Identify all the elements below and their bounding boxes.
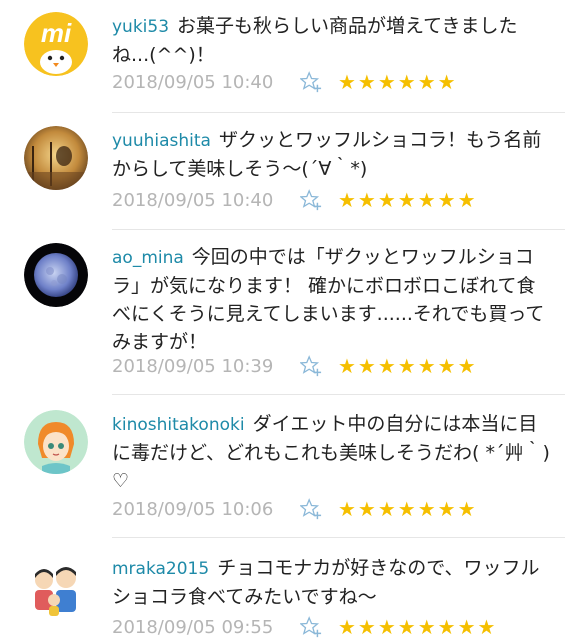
star-plus-outline-icon[interactable] bbox=[300, 498, 322, 520]
timestamp: 2018/09/05 10:40 bbox=[112, 189, 274, 211]
comment-text-block: yuki53 お菓子も秋らしい商品が増えてきましたね...(^^)！ bbox=[112, 12, 552, 69]
comment-text-block: kinoshitakonoki ダイエット中の自分には本当に目に毒だけど、どれもこ… bbox=[112, 410, 552, 495]
full-moon-avatar bbox=[24, 243, 88, 307]
comment-meta: 2018/09/05 09:55 ★★★★★★★★ bbox=[112, 614, 497, 640]
illustrated-girl-avatar bbox=[24, 410, 88, 474]
divider bbox=[112, 537, 565, 538]
divider bbox=[112, 112, 565, 113]
yellow-chick-logo-avatar: mi bbox=[24, 12, 88, 76]
timestamp: 2018/09/05 10:40 bbox=[112, 71, 274, 93]
comment-meta: 2018/09/05 10:40 ★★★★★★ bbox=[112, 69, 458, 95]
username[interactable]: yuuhiashita bbox=[112, 131, 211, 151]
avatar[interactable] bbox=[24, 243, 88, 307]
svg-text:mi: mi bbox=[41, 18, 72, 48]
rating-stars: ★★★★★★ bbox=[338, 70, 458, 94]
username[interactable]: yuki53 bbox=[112, 17, 169, 37]
timestamp: 2018/09/05 10:39 bbox=[112, 355, 274, 377]
comment-text-block: yuuhiashita ザクッとワッフルショコラ！もう名前からして美味しそう〜(´… bbox=[112, 126, 552, 183]
username[interactable]: mraka2015 bbox=[112, 559, 209, 579]
star-plus-outline-icon[interactable] bbox=[300, 355, 322, 377]
comment-text-block: ao_mina 今回の中では「ザクッとワッフルショコラ」が気になります！ 確かにボ… bbox=[112, 243, 552, 356]
rating-stars: ★★★★★★★★ bbox=[338, 615, 498, 639]
comment-text: お菓子も秋らしい商品が増えてきましたね...(^^)！ bbox=[112, 15, 518, 66]
rating-stars: ★★★★★★★ bbox=[338, 188, 478, 212]
username[interactable]: ao_mina bbox=[112, 248, 184, 268]
timestamp: 2018/09/05 10:06 bbox=[112, 498, 274, 520]
avatar[interactable] bbox=[24, 126, 88, 190]
star-plus-outline-icon[interactable] bbox=[300, 71, 322, 93]
rating-stars: ★★★★★★★ bbox=[338, 497, 478, 521]
divider bbox=[112, 394, 565, 395]
sunset-photo-avatar bbox=[24, 126, 88, 190]
comment-meta: 2018/09/05 10:40 ★★★★★★★ bbox=[112, 187, 478, 213]
timestamp: 2018/09/05 09:55 bbox=[112, 616, 274, 638]
comment-meta: 2018/09/05 10:06 ★★★★★★★ bbox=[112, 496, 478, 522]
divider bbox=[112, 229, 565, 230]
avatar[interactable] bbox=[24, 410, 88, 474]
star-plus-outline-icon[interactable] bbox=[300, 189, 322, 211]
comment-meta: 2018/09/05 10:39 ★★★★★★★ bbox=[112, 353, 478, 379]
rating-stars: ★★★★★★★ bbox=[338, 354, 478, 378]
star-plus-outline-icon[interactable] bbox=[300, 616, 322, 638]
comment-text-block: mraka2015 チョコモナカが好きなので、ワッフルショコラ食べてみたいですね〜 bbox=[112, 554, 552, 611]
avatar[interactable]: mi bbox=[24, 12, 88, 76]
avatar[interactable] bbox=[24, 556, 88, 620]
username[interactable]: kinoshitakonoki bbox=[112, 415, 245, 435]
illustrated-family-avatar bbox=[24, 556, 88, 620]
